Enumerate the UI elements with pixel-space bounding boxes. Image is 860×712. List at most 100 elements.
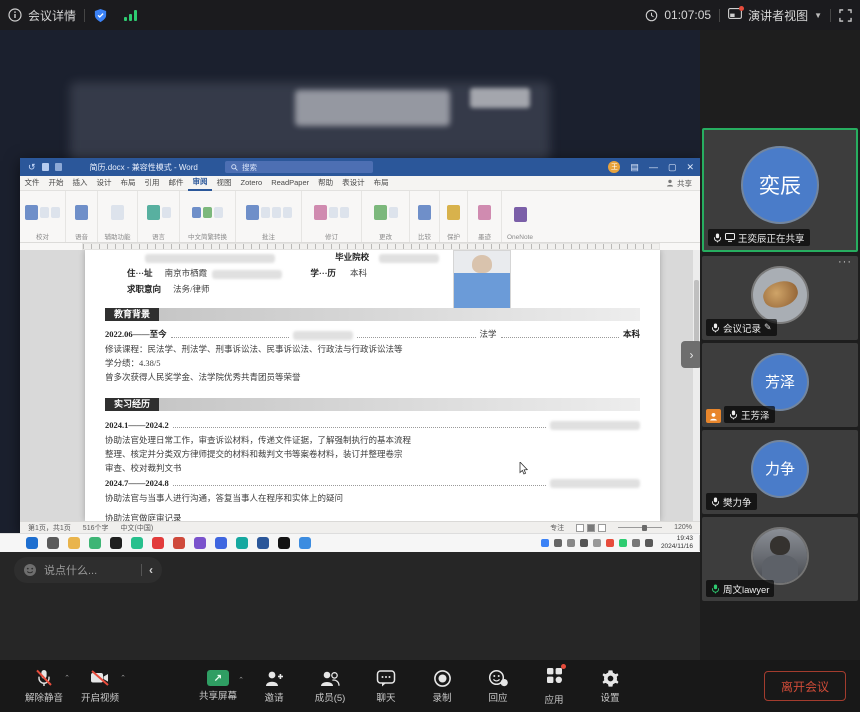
reactions-button[interactable]: 回应 bbox=[470, 669, 526, 704]
tab-references[interactable]: 引用 bbox=[140, 176, 164, 190]
view-mode-selector[interactable]: 演讲者视图 ▼ bbox=[728, 7, 822, 24]
tab-view[interactable]: 视图 bbox=[212, 176, 236, 190]
doc-scrollbar[interactable] bbox=[693, 250, 700, 521]
translate-icon[interactable] bbox=[147, 205, 160, 220]
taskbar-app-icon[interactable] bbox=[68, 537, 80, 549]
word-title-bar[interactable]: ↺ 简历.docx - 兼容性模式 - Word 搜索 王 ▤ — ▢ ✕ bbox=[20, 158, 700, 176]
zoom-slider[interactable] bbox=[618, 527, 662, 528]
read-aloud-icon[interactable] bbox=[75, 205, 88, 220]
tray-icon[interactable] bbox=[554, 539, 562, 547]
tab-mailings[interactable]: 邮件 bbox=[164, 176, 188, 190]
meeting-details[interactable]: 会议详情 bbox=[8, 7, 76, 24]
quick-chat-bar[interactable]: 说点什么... ‹ bbox=[14, 557, 162, 583]
tray-icon[interactable] bbox=[619, 539, 627, 547]
document-page[interactable]: 毕业院校 住···址 南京市栖霞 学···历 本科 求职意向 法务/律师 bbox=[85, 250, 660, 521]
participant-tile[interactable]: 周文lawyer bbox=[702, 517, 858, 601]
tab-readpaper[interactable]: ReadPaper bbox=[267, 176, 314, 190]
next-comment-icon[interactable] bbox=[283, 207, 292, 218]
apps-button[interactable]: 应用 bbox=[526, 666, 582, 706]
record-button[interactable]: 录制 bbox=[414, 669, 470, 704]
leave-meeting-button[interactable]: 离开会议 bbox=[764, 671, 846, 701]
tab-help[interactable]: 帮助 bbox=[314, 176, 338, 190]
tray-icon[interactable] bbox=[606, 539, 614, 547]
zoom-level[interactable]: 120% bbox=[674, 524, 692, 531]
chevron-up-icon[interactable]: ⌃ bbox=[120, 674, 126, 682]
read-mode-icon[interactable] bbox=[576, 524, 584, 532]
tab-zotero[interactable]: Zotero bbox=[236, 176, 267, 190]
chevron-up-icon[interactable]: ⌃ bbox=[238, 676, 244, 684]
previous-comment-icon[interactable] bbox=[272, 207, 281, 218]
tab-home[interactable]: 开始 bbox=[44, 176, 68, 190]
taskbar-app-icon[interactable] bbox=[278, 537, 290, 549]
simplified-to-traditional-icon[interactable] bbox=[203, 207, 212, 218]
delete-comment-icon[interactable] bbox=[261, 207, 270, 218]
tab-layout[interactable]: 布局 bbox=[116, 176, 140, 190]
security-shield[interactable] bbox=[93, 8, 108, 23]
document-icon[interactable] bbox=[55, 163, 62, 171]
account-avatar[interactable]: 王 bbox=[608, 161, 620, 173]
emoji-icon[interactable] bbox=[23, 563, 37, 577]
spellcheck-icon[interactable] bbox=[25, 205, 38, 220]
chat-button[interactable]: 聊天 bbox=[358, 669, 414, 704]
onenote-icon[interactable] bbox=[514, 207, 527, 222]
focus-mode[interactable]: 专注 bbox=[550, 523, 564, 533]
thesaurus-icon[interactable] bbox=[40, 207, 49, 218]
check-accessibility-icon[interactable] bbox=[111, 205, 124, 220]
tray-icon[interactable] bbox=[593, 539, 601, 547]
taskbar-app-icon[interactable] bbox=[152, 537, 164, 549]
taskbar-app-icon[interactable] bbox=[89, 537, 101, 549]
taskbar-app-icon[interactable] bbox=[257, 537, 269, 549]
tab-table-design[interactable]: 表设计 bbox=[338, 176, 370, 190]
taskbar-app-icon[interactable] bbox=[194, 537, 206, 549]
minimize-icon[interactable]: — bbox=[649, 162, 658, 172]
taskbar-app-icon[interactable] bbox=[173, 537, 185, 549]
scrollbar-thumb[interactable] bbox=[694, 280, 699, 350]
fullscreen-button[interactable] bbox=[839, 9, 852, 22]
taskbar-app-icon[interactable] bbox=[215, 537, 227, 549]
tray-icon[interactable] bbox=[541, 539, 549, 547]
tray-icon[interactable] bbox=[645, 539, 653, 547]
tab-insert[interactable]: 插入 bbox=[68, 176, 92, 190]
participant-tile[interactable]: ··· 会议记录 ✎ bbox=[702, 256, 858, 340]
taskbar-app-icon[interactable] bbox=[299, 537, 311, 549]
chat-input[interactable]: 说点什么... bbox=[44, 562, 134, 578]
web-layout-icon[interactable] bbox=[598, 524, 606, 532]
participant-tile[interactable]: 芳泽 王芳泽 bbox=[702, 343, 858, 427]
page-indicator[interactable]: 第1页，共1页 bbox=[28, 523, 71, 533]
reviewing-pane-icon[interactable] bbox=[340, 207, 349, 218]
save-icon[interactable] bbox=[42, 163, 49, 171]
language-icon[interactable] bbox=[162, 207, 171, 218]
participant-tile[interactable]: 力争 樊力争 bbox=[702, 430, 858, 514]
tray-icon[interactable] bbox=[567, 539, 575, 547]
undo-icon[interactable]: ↺ bbox=[28, 162, 36, 173]
convert-icon[interactable] bbox=[214, 207, 223, 218]
tab-review[interactable]: 审阅 bbox=[188, 175, 212, 191]
word-search-box[interactable]: 搜索 bbox=[225, 161, 373, 173]
taskbar-clock[interactable]: 19:43 2024/11/16 bbox=[661, 535, 700, 551]
network-quality[interactable] bbox=[124, 9, 137, 21]
sidebar-toggle-handle[interactable]: › bbox=[681, 341, 702, 368]
tab-file[interactable]: 文件 bbox=[20, 176, 44, 190]
share-button[interactable]: 共享 bbox=[666, 178, 692, 189]
reject-icon[interactable] bbox=[389, 207, 398, 218]
participant-tile-sharing[interactable]: 奕辰 王奕辰正在共享 bbox=[702, 128, 858, 252]
taskbar-app-icon[interactable] bbox=[26, 537, 38, 549]
restore-icon[interactable]: ▢ bbox=[668, 162, 677, 173]
chevron-up-icon[interactable]: ⌃ bbox=[64, 674, 70, 682]
taskbar-app-icon[interactable] bbox=[131, 537, 143, 549]
track-changes-icon[interactable] bbox=[314, 205, 327, 220]
edit-pencil-icon[interactable]: ✎ bbox=[764, 322, 772, 333]
print-layout-icon[interactable] bbox=[587, 524, 595, 532]
collapse-chat-icon[interactable]: ‹ bbox=[149, 563, 153, 577]
share-screen-button[interactable]: ↗ 共享屏幕 ⌃ bbox=[190, 670, 246, 702]
unmute-button[interactable]: 解除静音 ⌃ bbox=[16, 668, 72, 704]
language-indicator[interactable]: 中文(中国) bbox=[120, 523, 153, 533]
traditional-to-simplified-icon[interactable] bbox=[192, 207, 201, 218]
zoom-knob[interactable] bbox=[642, 525, 647, 531]
tray-icon[interactable] bbox=[632, 539, 640, 547]
protect-icon[interactable] bbox=[447, 205, 460, 220]
markup-options-icon[interactable] bbox=[329, 207, 338, 218]
tab-table-layout[interactable]: 布局 bbox=[369, 176, 393, 190]
compare-icon[interactable] bbox=[418, 205, 431, 220]
word-count[interactable]: 516个字 bbox=[83, 523, 109, 533]
